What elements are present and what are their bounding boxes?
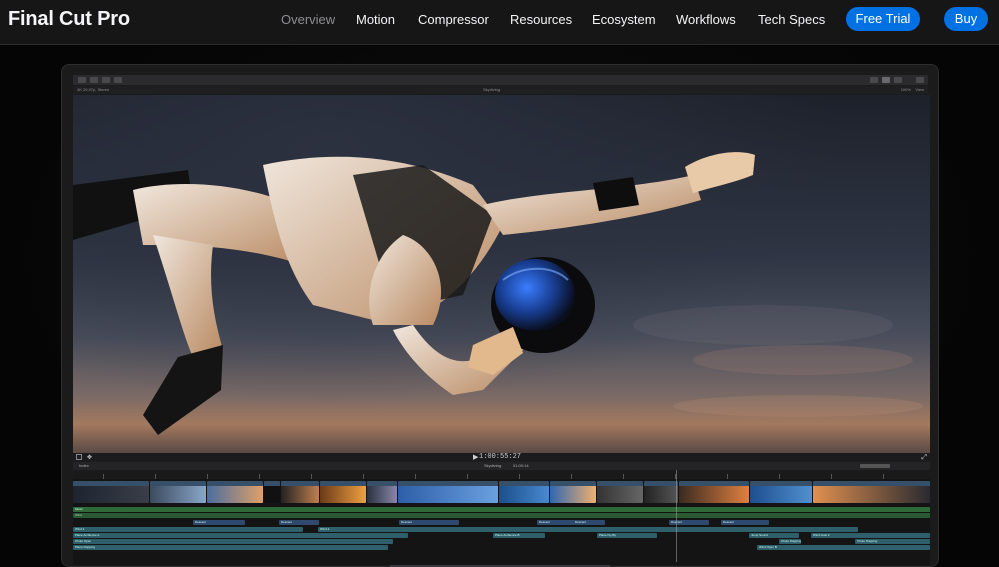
nav-link-ecosystem[interactable]: Ecosystem	[592, 12, 656, 27]
audio-clip[interactable]: Chute Open	[73, 539, 393, 544]
audio-clip[interactable]: Chute Flapping	[855, 539, 930, 544]
export-icon[interactable]	[916, 77, 924, 83]
clip[interactable]: Spindown	[679, 481, 749, 503]
clip-label: Clubbed Slack	[151, 481, 171, 485]
clip[interactable]: Swimmer	[320, 481, 366, 503]
nav-link-workflows[interactable]: Workflows	[676, 12, 736, 27]
nav-link-tech-specs[interactable]: Tech Specs	[758, 12, 825, 27]
play-icon[interactable]: ▶	[473, 453, 478, 462]
clip[interactable]: Dancing Sky	[644, 481, 678, 503]
clip-label: Van Driver	[282, 481, 296, 485]
clip[interactable]: Jumping	[499, 481, 549, 503]
music-track[interactable]: Music	[73, 507, 930, 512]
timeline-duration: 01:00:14	[513, 463, 529, 468]
audio-clip[interactable]: Jump Sound	[749, 533, 799, 538]
audio-clip[interactable]: Plane Fly-By	[597, 533, 657, 538]
nav-link-motion[interactable]: Motion	[356, 12, 395, 27]
timecode-display: 1:00:55:27	[479, 453, 522, 461]
audio-clip[interactable]: Plane Ambience B	[493, 533, 545, 538]
audio-track[interactable]: Wind	[73, 513, 930, 518]
clip[interactable]: Jetliner	[207, 481, 263, 503]
transform-icon[interactable]: ✥	[87, 454, 92, 461]
audio-clip[interactable]: Wind 2	[318, 527, 858, 532]
free-trial-button[interactable]: Free Trial	[846, 7, 920, 31]
clip-label: Final Approach	[751, 481, 772, 485]
background-tasks-icon[interactable]	[102, 77, 110, 83]
audio-clip[interactable]: Descent	[193, 520, 245, 525]
clip-label: Landing in Sunset	[814, 481, 839, 485]
clip[interactable]: Landing in Sunset	[813, 481, 930, 503]
playback-bar: ✥ ▶ 1:00:55:27 ⤢	[73, 453, 930, 462]
crop-icon[interactable]	[76, 454, 82, 460]
layout-icon[interactable]	[870, 77, 878, 83]
clip-label: Free Fall	[598, 481, 610, 485]
clip[interactable]: Speed Flight	[367, 481, 397, 503]
clip[interactable]: Van Driver	[281, 481, 319, 503]
nav-link-compressor[interactable]: Compressor	[418, 12, 489, 27]
clip-label: Jumping	[500, 481, 512, 485]
zoom-slider[interactable]	[860, 464, 890, 468]
clip[interactable]: Opening Jet	[73, 481, 149, 503]
view-menu[interactable]: View	[915, 87, 924, 92]
audio-clip[interactable]: Descent	[573, 520, 605, 525]
audio-clip[interactable]: Descent	[537, 520, 577, 525]
clip[interactable]	[264, 481, 280, 503]
clip[interactable]: Belly over Sunset	[550, 481, 596, 503]
project-title: Skydiving	[483, 87, 501, 92]
audio-clip[interactable]	[811, 545, 930, 550]
nav-link-overview[interactable]: Overview	[281, 12, 335, 27]
clip-label: Opening Jet	[74, 481, 91, 485]
inspector-icon[interactable]	[894, 77, 902, 83]
playhead[interactable]	[676, 470, 677, 562]
layout-icon-active[interactable]	[882, 77, 890, 83]
app-toolbar	[73, 75, 928, 85]
index-button[interactable]: Index	[79, 462, 89, 470]
timeline-project-name[interactable]: Skydiving	[484, 462, 501, 470]
audio-clip[interactable]: Descent	[279, 520, 319, 525]
hero-stage: 4K 29.97p, Stereo Skydiving 100% View ✥ …	[0, 46, 999, 567]
audio-clip[interactable]: Descent	[399, 520, 459, 525]
audio-clip[interactable]: Plane Flapping	[73, 545, 388, 550]
clip-label: Swimmer	[321, 481, 334, 485]
clip-label: Dancing Sky	[645, 481, 662, 485]
clip-label: Spindown	[680, 481, 694, 485]
clip[interactable]: Final Approach	[750, 481, 812, 503]
clip[interactable]: Clubbed Slack	[150, 481, 206, 503]
audio-clip[interactable]: Chute Flapping 2	[779, 539, 801, 544]
timeline-toolbar: Index Skydiving 01:00:14	[73, 462, 930, 470]
clip-label: Speed Flight	[368, 481, 385, 485]
audio-clip[interactable]: Wind 1	[73, 527, 303, 532]
video-viewer[interactable]	[73, 95, 930, 453]
audio-clip[interactable]: Wind Gust 2	[811, 533, 930, 538]
keyword-icon[interactable]	[90, 77, 98, 83]
import-icon[interactable]	[78, 77, 86, 83]
clip-label: Jetliner	[208, 481, 218, 485]
clip[interactable]	[398, 481, 498, 503]
viewer-info-bar: 4K 29.97p, Stereo Skydiving 100% View	[73, 86, 928, 94]
audio-clip[interactable]: Descent	[669, 520, 709, 525]
clip-label: Belly over Sunset	[551, 481, 575, 485]
skydiver-image	[73, 152, 755, 435]
timeline-tracks[interactable]: Opening Jet Clubbed Slack Jetliner Van D…	[73, 479, 930, 565]
share-icon[interactable]	[114, 77, 122, 83]
fullscreen-icon[interactable]: ⤢	[921, 453, 927, 462]
clip[interactable]: Free Fall	[597, 481, 643, 503]
buy-button[interactable]: Buy	[944, 7, 988, 31]
audio-clip[interactable]: Plane Ambience A	[73, 533, 408, 538]
top-nav: Final Cut Pro Overview Motion Compressor…	[0, 0, 999, 45]
audio-clip[interactable]: Descent	[721, 520, 769, 525]
zoom-menu[interactable]: 100%	[901, 87, 911, 92]
app-screenshot-frame: 4K 29.97p, Stereo Skydiving 100% View ✥ …	[61, 64, 939, 567]
nav-link-resources[interactable]: Resources	[510, 12, 572, 27]
format-label: 4K 29.97p, Stereo	[77, 87, 110, 92]
